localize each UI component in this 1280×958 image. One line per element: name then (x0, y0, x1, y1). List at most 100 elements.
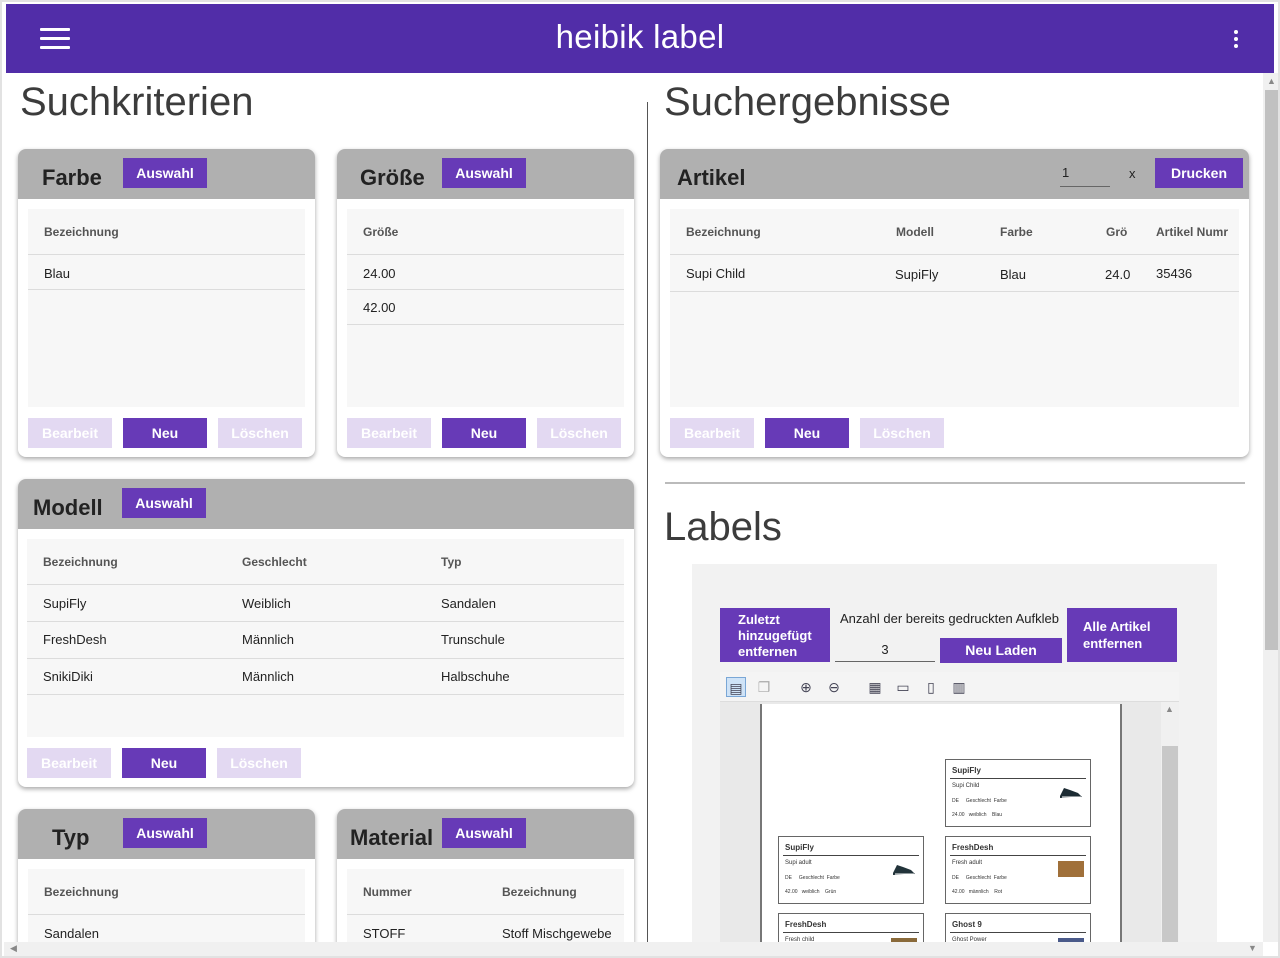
table-cell[interactable]: 24.0 (1105, 267, 1130, 282)
table-cell[interactable]: Sandalen (44, 926, 99, 941)
label-row: 42.00 weiblich Grün (785, 889, 836, 895)
label-text: DE (785, 875, 792, 881)
artikel-edit-button[interactable]: Bearbeit (670, 418, 754, 448)
farbe-delete-button[interactable]: Löschen (218, 418, 302, 448)
table-cell[interactable]: Weiblich (242, 596, 291, 611)
label-text: 42.00 (952, 889, 965, 895)
card-header: Modell Auswahl (18, 479, 634, 529)
label-row: 42.00 männlich Rot (952, 889, 1002, 895)
print-quantity-input[interactable]: 1 (1062, 165, 1069, 180)
artikel-new-button[interactable]: Neu (765, 418, 849, 448)
table-cell[interactable]: Stoff Mischgewebe (502, 926, 612, 941)
horizontal-scrollbar[interactable]: ◀ ▼ (4, 942, 1263, 956)
scroll-down-icon[interactable]: ▼ (1248, 943, 1257, 953)
scroll-up-icon[interactable]: ▲ (1267, 76, 1276, 86)
label-text: Geschlecht (965, 875, 991, 881)
card-header: Artikel 1 x Drucken (660, 149, 1249, 199)
table-cell[interactable]: 24.00 (363, 266, 396, 281)
app-title: heibik label (555, 18, 725, 55)
artikel-delete-button[interactable]: Löschen (860, 418, 944, 448)
table-cell[interactable]: Männlich (242, 669, 294, 684)
row-divider (670, 291, 1239, 292)
label-title: FreshDesh (952, 843, 994, 852)
modell-delete-button[interactable]: Löschen (217, 748, 301, 778)
modell-edit-button[interactable]: Bearbeit (27, 748, 111, 778)
label-subtitle: Supi adult (785, 860, 812, 866)
typ-card: Typ Auswahl Bezeichnung Sandalen (18, 809, 315, 956)
farbe-edit-button[interactable]: Bearbeit (28, 418, 112, 448)
label-text: DE (952, 875, 959, 881)
column-header: Nummer (363, 885, 412, 899)
row-divider (28, 914, 305, 915)
column-header: Bezeichnung (43, 555, 118, 569)
zoom-out-icon[interactable]: ⊖ (824, 677, 844, 697)
print-icon[interactable]: ▤ (726, 677, 746, 697)
table-cell[interactable]: Männlich (242, 632, 294, 647)
row-divider (347, 324, 624, 325)
table-cell[interactable]: Supi Child (686, 266, 745, 281)
card-header: Material Auswahl (337, 809, 634, 859)
column-header: Größe (363, 225, 399, 239)
single-page-icon[interactable]: ▯ (921, 677, 941, 697)
preview-label: FreshDesh Fresh adult DE Geschlecht Farb… (945, 836, 1091, 904)
table-cell[interactable]: FreshDesh (43, 632, 107, 647)
fit-page-icon[interactable]: ▦ (865, 677, 885, 697)
table-cell[interactable]: 35436 (1156, 266, 1192, 281)
pdf-toolbar: ▤ ❐ ⊕ ⊖ ▦ ▭ ▯ ▥ (720, 672, 1179, 702)
table-cell[interactable]: STOFF (363, 926, 405, 941)
section-divider (665, 482, 1245, 484)
groesse-delete-button[interactable]: Löschen (537, 418, 621, 448)
modell-new-button[interactable]: Neu (122, 748, 206, 778)
groesse-edit-button[interactable]: Bearbeit (347, 418, 431, 448)
times-sign: x (1129, 166, 1136, 181)
remove-last-button[interactable]: Zuletzt hinzugefügt entfernen (720, 608, 830, 662)
zoom-in-icon[interactable]: ⊕ (796, 677, 816, 697)
copy-icon[interactable]: ❐ (754, 677, 774, 697)
table-cell[interactable]: SupiFly (43, 596, 86, 611)
groesse-new-button[interactable]: Neu (442, 418, 526, 448)
typ-select-button[interactable]: Auswahl (123, 818, 207, 848)
farbe-new-button[interactable]: Neu (123, 418, 207, 448)
pdf-scrollbar[interactable]: ▲ (1161, 702, 1179, 942)
scroll-thumb[interactable] (1265, 90, 1278, 650)
reload-button[interactable]: Neu Laden (940, 638, 1062, 663)
fit-width-icon[interactable]: ▭ (893, 677, 913, 697)
input-underline (835, 661, 935, 662)
remove-all-button[interactable]: Alle Artikel entfernen (1067, 608, 1177, 662)
artikel-card: Artikel 1 x Drucken Bezeichnung Modell F… (660, 149, 1249, 457)
table-cell[interactable]: Trunschule (441, 632, 505, 647)
label-row: DE Geschlecht Farbe (785, 875, 840, 881)
farbe-card: Farbe Auswahl Bezeichnung Blau Bearbeit … (18, 149, 315, 457)
pdf-scroll-thumb[interactable] (1162, 746, 1178, 942)
label-row: DE Geschlecht Farbe (952, 875, 1007, 881)
table-cell[interactable]: SupiFly (895, 267, 938, 282)
print-button[interactable]: Drucken (1155, 158, 1243, 188)
printed-count-input[interactable]: 3 (835, 642, 935, 657)
row-divider (27, 658, 624, 659)
table-cell[interactable]: 42.00 (363, 300, 396, 315)
label-rule (950, 932, 1086, 933)
modell-select-button[interactable]: Auswahl (122, 488, 206, 518)
card-header: Farbe Auswahl (18, 149, 315, 199)
table-cell[interactable]: Blau (1000, 267, 1026, 282)
table-cell[interactable]: Halbschuhe (441, 669, 510, 684)
table-cell[interactable]: SnikiDiki (43, 669, 93, 684)
table-cell[interactable]: Sandalen (441, 596, 496, 611)
material-card: Material Auswahl Nummer Bezeichnung STOF… (337, 809, 634, 956)
scroll-left-icon[interactable]: ◀ (10, 943, 17, 954)
vertical-scrollbar[interactable]: ▲ (1263, 73, 1278, 942)
table-cell[interactable]: Blau (44, 266, 70, 281)
row-divider (347, 914, 624, 915)
groesse-select-button[interactable]: Auswahl (442, 158, 526, 188)
material-select-button[interactable]: Auswahl (442, 818, 526, 848)
farbe-select-button[interactable]: Auswahl (123, 158, 207, 188)
label-text: DE (952, 798, 959, 804)
label-rule (950, 778, 1086, 779)
input-underline (1060, 186, 1110, 187)
row-divider (28, 254, 305, 255)
scroll-up-icon[interactable]: ▲ (1165, 704, 1174, 714)
artikel-table: Bezeichnung Modell Farbe Grö Artikel Num… (670, 209, 1239, 407)
two-page-icon[interactable]: ▥ (949, 677, 969, 697)
label-text: weiblich (968, 812, 987, 818)
more-options-icon[interactable] (1234, 30, 1240, 48)
